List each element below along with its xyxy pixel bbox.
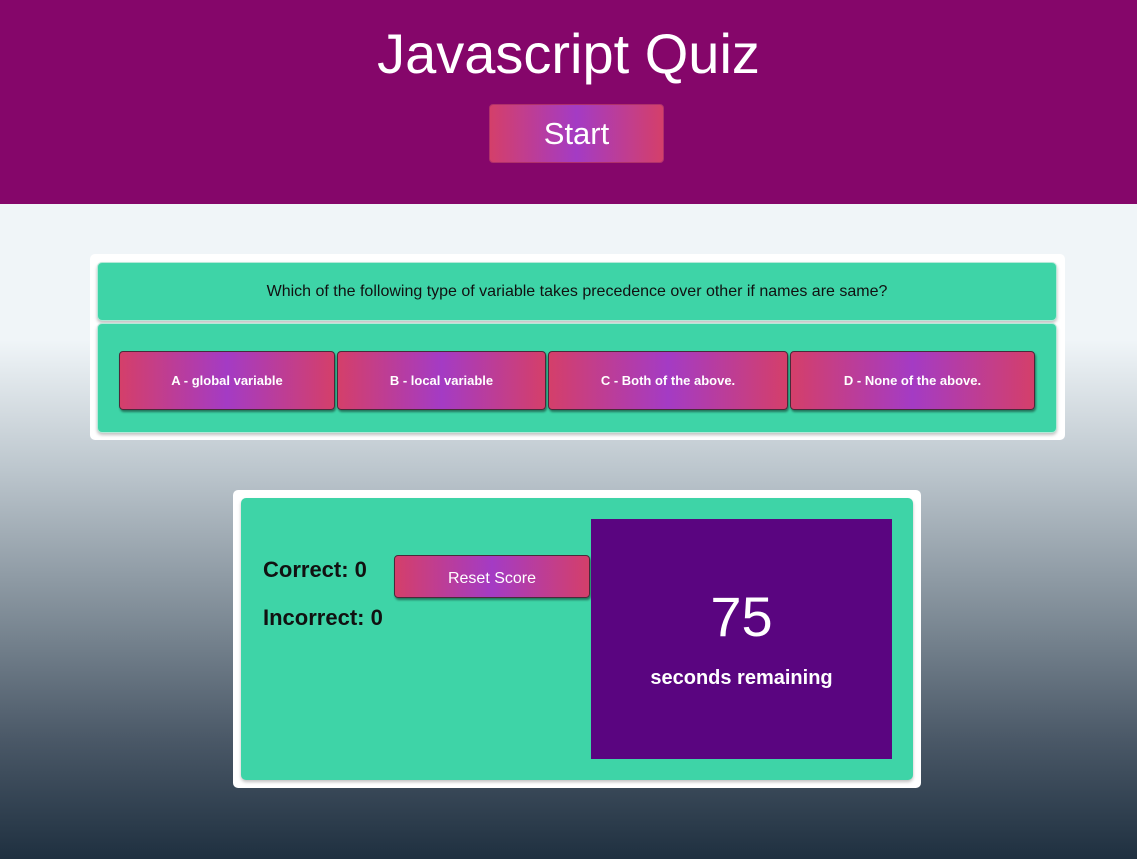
timer-seconds: 75 [710, 585, 773, 648]
timer-label: seconds remaining [650, 667, 833, 689]
answer-button-b[interactable]: B - local variable [337, 351, 546, 410]
answer-button-d[interactable]: D - None of the above. [790, 351, 1035, 410]
start-button[interactable]: Start [489, 104, 664, 163]
incorrect-count: Incorrect: 0 [263, 605, 383, 630]
question-text: Which of the following type of variable … [97, 262, 1057, 321]
answer-button-c[interactable]: C - Both of the above. [548, 351, 788, 410]
correct-count: Correct: 0 [263, 557, 367, 582]
page-title: Javascript Quiz [377, 22, 760, 85]
answer-button-a[interactable]: A - global variable [119, 351, 335, 410]
reset-score-button[interactable]: Reset Score [394, 555, 590, 598]
